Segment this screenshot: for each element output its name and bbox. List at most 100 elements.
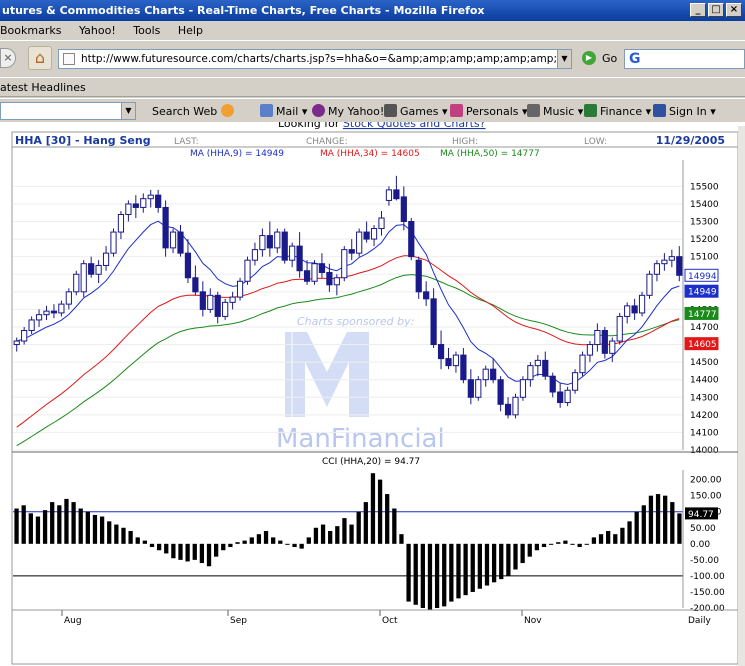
cci-bar [484,543,490,586]
games-button[interactable]: Games ▾ [384,104,448,118]
cci-bar [292,543,297,548]
url-bar[interactable]: http://www.futuresource.com/charts/chart… [58,49,572,69]
cci-bar [677,513,682,544]
yahoo-search-dropdown[interactable]: ▼ [121,103,135,119]
candle-up [646,273,653,296]
cci-bar [342,518,347,544]
cci-bar [335,526,340,544]
candle-up [534,359,541,367]
cci-value-tag: 94.77 [685,507,718,520]
candle-up [35,314,43,321]
google-search-box[interactable]: G [624,49,745,69]
candle-up [43,310,50,316]
x-tick-label: Nov [524,616,542,626]
games-icon [384,104,397,117]
cci-bar [527,543,532,557]
candle-down [423,291,430,300]
candle-down [430,298,437,346]
candle-down [303,270,311,282]
yahoo-search-input[interactable]: ▼ [0,102,136,120]
mail-button[interactable]: Mail ▾ [260,104,307,118]
cci-bar [399,534,404,544]
cci-bar [406,543,411,602]
candle-down [601,329,608,354]
ma34-legend: MA (HHA,34) = 14605 [320,149,420,159]
cci-bar [99,516,105,544]
candle-up [229,296,236,303]
candle-down [155,194,162,208]
cci-bar [128,530,133,544]
price-tick-label: 15100 [690,253,719,263]
candle-down [199,291,206,310]
window-titlebar: utures & Commodities Charts - Real-Time … [0,0,745,21]
cci-bar [513,543,518,570]
cci-bar [477,543,482,589]
cci-bar [92,514,98,544]
cci-bar [648,495,654,544]
cci-bar [470,543,475,592]
candle-up [244,259,251,282]
my-yahoo-button[interactable]: My Yahoo! [312,104,384,118]
candle-down [437,344,445,360]
cci-bar [42,510,48,544]
url-text: http://www.futuresource.com/charts/chart… [81,53,571,65]
candle-down [281,231,288,261]
menu-bookmarks[interactable]: Bookmarks [0,24,61,37]
cci-bar [14,508,19,544]
cci-bar [385,494,390,544]
candle-up [110,231,117,254]
menu-yahoo[interactable]: Yahoo! [79,24,116,37]
candle-up [140,198,147,208]
music-button[interactable]: Music ▾ [527,104,583,118]
cci-tick-label: -50.00 [690,556,719,566]
menu-help[interactable]: Help [178,24,203,37]
cci-bar [114,524,119,544]
candle-up [65,291,72,305]
candle-up [668,256,675,261]
cci-bar [320,524,326,544]
cci-bar [249,537,254,544]
cci-bar [655,494,661,544]
go-button[interactable]: Go [602,52,617,65]
cci-bar [242,540,247,544]
price-value-tag-label: 14777 [688,310,717,320]
candle-up [21,329,28,342]
close-button[interactable]: × [726,3,742,17]
price-tick-label: 15200 [690,235,719,245]
candle-down [557,391,564,404]
candle-down [348,249,355,254]
menu-tools[interactable]: Tools [133,24,160,37]
candle-up [482,368,489,381]
cci-bar [178,543,183,560]
candle-up [370,228,378,240]
home-icon[interactable]: ⌂ [28,46,52,70]
sign-in-button[interactable]: Sign In ▾ [653,104,716,118]
stock-quotes-link[interactable]: Stock Quotes and Charts? [343,122,486,130]
price-tick-label: 14200 [690,411,719,421]
search-web-button[interactable]: Search Web [152,104,237,118]
personals-button[interactable]: Personals ▾ [450,104,528,118]
cci-bar [491,543,497,583]
cci-bar [285,543,290,545]
candle-down [88,263,95,275]
candle-up [102,252,110,266]
candle-down [415,259,422,293]
candle-down [393,189,400,200]
cci-bar [78,508,83,544]
cci-bar [520,543,525,564]
maximize-button[interactable]: □ [708,3,724,17]
candle-down [467,379,474,398]
latest-headlines-link[interactable]: atest Headlines [0,81,86,94]
cci-bar [199,543,205,564]
minimize-button[interactable]: _ [690,3,706,17]
finance-button[interactable]: Finance ▾ [584,104,651,118]
url-dropdown-button[interactable]: ▼ [557,49,572,69]
candle-up [80,263,87,293]
go-icon[interactable]: ▶ [582,51,596,65]
symbol-title: HHA [30] - Hang Seng [15,134,151,147]
candle-down [549,375,556,393]
stop-icon[interactable]: × [0,48,16,68]
cci-bar [28,513,33,544]
vertical-scrollbar[interactable] [738,126,745,666]
window-controls: _ □ × [690,3,742,17]
